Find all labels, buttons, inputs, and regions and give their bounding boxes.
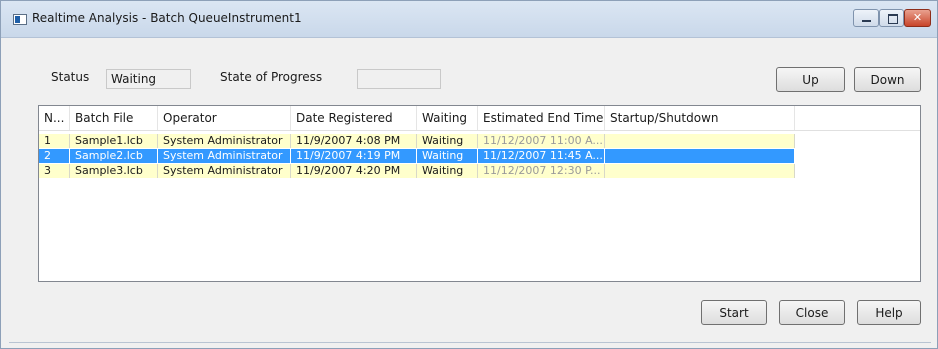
column-header-date-registered[interactable]: Date Registered [291,106,417,130]
table-row[interactable]: 1 Sample1.lcb System Administrator 11/9/… [39,134,795,148]
batch-queue-table[interactable]: N... Batch File Operator Date Registered… [38,105,921,282]
status-label: Status [51,70,90,84]
column-header-no[interactable]: N... [39,106,70,130]
minimize-icon [854,10,878,26]
cell-no: 2 [39,149,70,163]
up-button[interactable]: Up [776,67,845,92]
cell-date-registered: 11/9/2007 4:08 PM [291,134,417,148]
maximize-icon [880,10,903,26]
app-window-icon [13,14,27,25]
help-button[interactable]: Help [857,300,921,325]
cell-no: 1 [39,134,70,148]
cell-operator: System Administrator [158,164,291,178]
cell-startup-shutdown [605,149,795,163]
cell-date-registered: 11/9/2007 4:20 PM [291,164,417,178]
close-icon [905,10,930,26]
cell-waiting: Waiting [417,164,478,178]
cell-operator: System Administrator [158,134,291,148]
column-header-batch-file[interactable]: Batch File [70,106,158,130]
table-header: N... Batch File Operator Date Registered… [39,106,920,131]
cell-estimated-end-time: 11/12/2007 11:00 A... [478,134,605,148]
cell-batch-file: Sample1.lcb [70,134,158,148]
cell-batch-file: Sample2.lcb [70,149,158,163]
cell-estimated-end-time: 11/12/2007 12:30 P... [478,164,605,178]
column-header-operator[interactable]: Operator [158,106,291,130]
close-window-button[interactable] [904,9,931,27]
column-header-startup-shutdown[interactable]: Startup/Shutdown [605,106,795,130]
progress-value-field [357,69,441,89]
cell-batch-file: Sample3.lcb [70,164,158,178]
close-button[interactable]: Close [779,300,845,325]
cell-waiting: Waiting [417,149,478,163]
column-header-waiting[interactable]: Waiting [417,106,478,130]
table-row[interactable]: 3 Sample3.lcb System Administrator 11/9/… [39,164,795,178]
minimize-button[interactable] [853,9,879,27]
status-value-field: Waiting [106,69,191,89]
cell-operator: System Administrator [158,149,291,163]
table-row-selected[interactable]: 2 Sample2.lcb System Administrator 11/9/… [39,149,795,163]
column-header-estimated-end-time[interactable]: Estimated End Time [478,106,605,130]
cell-startup-shutdown [605,164,795,178]
down-button[interactable]: Down [854,67,921,92]
cell-no: 3 [39,164,70,178]
window-title: Realtime Analysis - Batch QueueInstrumen… [32,11,302,25]
cell-estimated-end-time: 11/12/2007 11:45 A... [478,149,605,163]
progress-label: State of Progress [220,70,323,84]
cell-waiting: Waiting [417,134,478,148]
start-button[interactable]: Start [701,300,767,325]
cell-startup-shutdown [605,134,795,148]
maximize-button[interactable] [879,9,904,27]
bottom-divider [9,342,931,343]
title-bar[interactable]: Realtime Analysis - Batch QueueInstrumen… [1,1,937,38]
batch-queue-window: Realtime Analysis - Batch QueueInstrumen… [0,0,938,349]
cell-date-registered: 11/9/2007 4:19 PM [291,149,417,163]
